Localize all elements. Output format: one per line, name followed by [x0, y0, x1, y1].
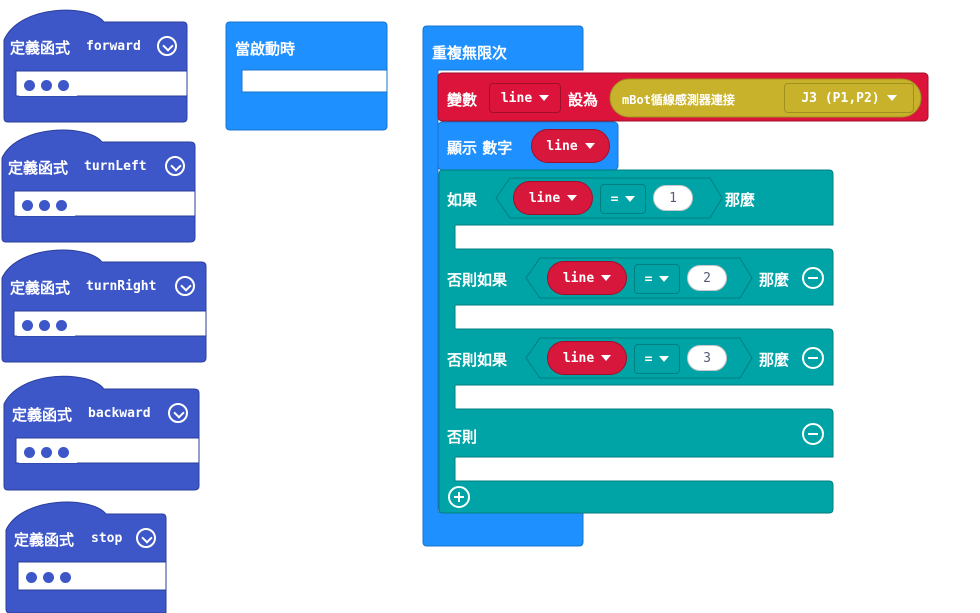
- function-block-turnleft-shape: [1, 129, 196, 243]
- remove-else-if-icon[interactable]: [802, 267, 824, 289]
- function-name[interactable]: turnRight: [86, 279, 156, 294]
- dot-icon: [24, 446, 35, 458]
- port-dropdown[interactable]: J3 (P1,P2): [784, 83, 914, 113]
- chevron-down-icon[interactable]: [165, 156, 185, 176]
- else-if-label: 否則如果: [447, 271, 508, 289]
- function-name[interactable]: turnLeft: [84, 159, 147, 174]
- set-to-label: 設為: [568, 91, 599, 109]
- chevron-down-icon[interactable]: [168, 403, 188, 423]
- on-start-label: 當啟動時: [235, 40, 296, 58]
- function-block-turnright-shape: [1, 249, 207, 363]
- parameter-ellipsis[interactable]: [16, 194, 76, 216]
- dot-icon: [39, 199, 50, 211]
- show-number-label: 顯示 數字: [447, 139, 513, 157]
- variable-name: line: [529, 191, 577, 206]
- number-input[interactable]: 3: [687, 345, 727, 371]
- parameter-ellipsis[interactable]: [20, 566, 80, 588]
- dot-icon: [39, 319, 50, 331]
- remove-else-icon[interactable]: [802, 423, 824, 445]
- dot-icon: [60, 571, 71, 583]
- dot-icon: [56, 199, 67, 211]
- dot-icon: [58, 79, 69, 91]
- function-def-label: 定義函式: [10, 279, 71, 297]
- variable-name: line: [501, 91, 549, 106]
- dot-icon: [24, 79, 35, 91]
- port-value: J3 (P1,P2): [801, 91, 896, 106]
- operator-value: =: [645, 272, 670, 287]
- condition-variable[interactable]: line: [513, 181, 593, 215]
- dot-icon: [41, 79, 52, 91]
- else-if-label: 否則如果: [447, 351, 508, 369]
- else-label: 否則: [447, 428, 478, 446]
- if-label: 如果: [447, 191, 478, 209]
- dot-icon: [26, 571, 37, 583]
- condition-variable[interactable]: line: [547, 341, 627, 375]
- function-name[interactable]: forward: [86, 39, 141, 54]
- then-label: 那麼: [759, 271, 790, 289]
- variable-name: line: [563, 271, 611, 286]
- function-block-stop-shape: [5, 501, 167, 613]
- dot-icon: [22, 199, 33, 211]
- variable-reporter[interactable]: line: [531, 129, 610, 163]
- dot-icon: [41, 446, 52, 458]
- dot-icon: [43, 571, 54, 583]
- then-label: 那麼: [759, 351, 790, 369]
- function-def-label: 定義函式: [14, 531, 75, 549]
- function-name[interactable]: stop: [91, 531, 122, 546]
- dot-icon: [58, 446, 69, 458]
- function-block-backward-shape: [3, 375, 200, 491]
- function-block-forward-shape: [3, 9, 188, 123]
- number-input[interactable]: 2: [687, 265, 727, 291]
- function-def-label: 定義函式: [10, 39, 71, 57]
- chevron-down-icon[interactable]: [157, 36, 177, 56]
- variable-name: line: [546, 139, 594, 154]
- operator-dropdown[interactable]: =: [634, 264, 680, 294]
- parameter-ellipsis[interactable]: [18, 441, 78, 463]
- parameter-ellipsis[interactable]: [16, 314, 76, 336]
- remove-else-if-icon[interactable]: [802, 347, 824, 369]
- function-def-label: 定義函式: [8, 159, 69, 177]
- chevron-down-icon[interactable]: [175, 276, 195, 296]
- forever-label: 重複無限次: [432, 44, 508, 62]
- dot-icon: [56, 319, 67, 331]
- variable-name: line: [563, 351, 611, 366]
- function-def-label: 定義函式: [12, 406, 73, 424]
- operator-value: =: [611, 192, 636, 207]
- set-variable-label: 變數: [447, 91, 478, 109]
- parameter-ellipsis[interactable]: [18, 74, 78, 96]
- then-label: 那麼: [725, 191, 756, 209]
- number-input[interactable]: 1: [653, 185, 693, 211]
- operator-dropdown[interactable]: =: [634, 344, 680, 374]
- function-name[interactable]: backward: [88, 406, 151, 421]
- sensor-label: mBot循線感測器連接: [622, 93, 735, 107]
- chevron-down-icon[interactable]: [136, 528, 156, 548]
- add-else-if-icon[interactable]: [448, 486, 470, 508]
- variable-dropdown[interactable]: line: [489, 83, 561, 113]
- operator-dropdown[interactable]: =: [600, 184, 646, 214]
- condition-variable[interactable]: line: [547, 261, 627, 295]
- operator-value: =: [645, 352, 670, 367]
- dot-icon: [22, 319, 33, 331]
